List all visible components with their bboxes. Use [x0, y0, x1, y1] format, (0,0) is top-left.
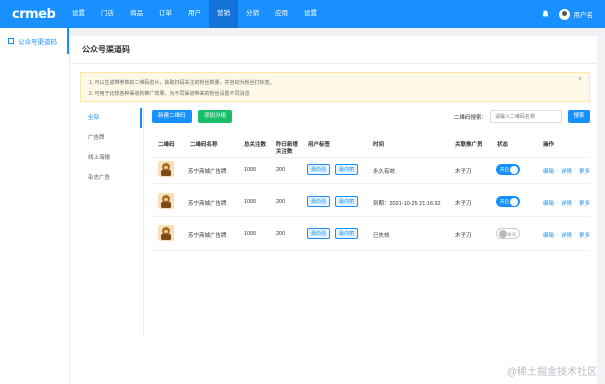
detail-link[interactable]: 详情: [561, 199, 572, 207]
status-toggle[interactable]: 开启: [496, 164, 520, 175]
detail-link[interactable]: 详情: [561, 231, 572, 239]
status-toggle[interactable]: 开启: [496, 196, 520, 207]
nav-item-settings[interactable]: 设置: [64, 0, 93, 28]
row-divider: [150, 183, 590, 184]
row-total: 1000: [244, 231, 257, 237]
nav-item-products[interactable]: 商品: [122, 0, 151, 28]
status-toggle-label: 开启: [500, 167, 509, 172]
watermark: @稀土掘金技术社区: [506, 367, 597, 378]
qrcode-thumbnail[interactable]: [158, 193, 174, 209]
row-yesterday: 200: [276, 199, 286, 205]
filter-item-online-poster[interactable]: 线上海报: [80, 148, 142, 168]
col-header-actions: 操作: [543, 142, 555, 148]
row-time: 到期：2021-10-25 21:16:32: [373, 201, 441, 207]
col-header-status: 状态: [497, 142, 509, 148]
row-promoter: 木子刀: [455, 201, 472, 207]
bell-icon[interactable]: [542, 10, 550, 18]
top-nav-bar: crmeb 设置 门店 商品 订单 用户 营销 分销 应用 设置 用户名: [0, 0, 605, 28]
more-link[interactable]: 更多: [579, 231, 590, 239]
row-name: 苏宁商城广告牌: [188, 201, 227, 207]
filter-item-magazine-ad[interactable]: 杂志广告: [80, 168, 142, 188]
row-total: 1000: [244, 199, 257, 205]
row-time: 永久有效: [373, 169, 396, 175]
more-link[interactable]: 更多: [579, 199, 590, 207]
notice-line-1: 1. 可以生成带参数的二维码名片，获取扫码关注的粉丝数量，并自动为粉丝打标签。: [89, 80, 275, 86]
search-input[interactable]: [490, 110, 562, 123]
row-divider: [150, 216, 590, 217]
edit-link[interactable]: 编辑: [543, 167, 554, 175]
notice-line-2: 2. 可用于比较各种渠道的推广效果，为不同渠道带来的粉丝设置不同消息: [89, 91, 250, 97]
nav-item-distribution[interactable]: 分销: [238, 0, 267, 28]
col-header-name: 二维码名称: [190, 142, 218, 148]
col-header-time: 时间: [373, 142, 385, 148]
nav-item-store[interactable]: 门店: [93, 0, 122, 28]
user-avatar[interactable]: [558, 8, 570, 20]
col-header-yesterday-line2: 关注数: [276, 149, 293, 155]
notice-alert: 1. 可以生成带参数的二维码名片，获取扫码关注的粉丝数量，并自动为粉丝打标签。 …: [80, 72, 590, 102]
search-button[interactable]: 搜索: [568, 110, 590, 123]
row-promoter: 木子刀: [455, 169, 472, 175]
sidebar: 公众号渠道码: [0, 28, 70, 384]
user-tag: 最向丽: [335, 164, 359, 175]
nav-item-marketing[interactable]: 营销: [209, 0, 238, 28]
crmeb-logo[interactable]: crmeb: [0, 7, 60, 22]
filter-item-all[interactable]: 全部: [80, 108, 142, 128]
col-header-qr: 二维码: [158, 142, 175, 148]
qrcode-thumbnail[interactable]: [158, 161, 174, 177]
main-nav: 设置 门店 商品 订单 用户 营销 分销 应用 设置: [64, 0, 325, 28]
user-area: 用户名: [542, 0, 594, 28]
row-promoter: 木子刀: [455, 233, 472, 239]
action-separator: |: [557, 199, 559, 205]
action-separator: |: [557, 231, 559, 237]
close-icon[interactable]: ×: [578, 76, 582, 83]
nav-item-orders[interactable]: 订单: [151, 0, 180, 28]
row-total: 1000: [244, 167, 257, 173]
user-tag: 最向丽: [335, 228, 359, 239]
row-yesterday: 200: [276, 167, 286, 173]
document-icon: [8, 38, 14, 44]
sidebar-item-label: 公众号渠道码: [18, 39, 57, 46]
sidebar-item-channel-qrcode[interactable]: 公众号渠道码: [0, 28, 69, 54]
filter-divider: [143, 108, 144, 338]
status-toggle-label: 开启: [500, 199, 509, 204]
row-divider: [150, 250, 590, 251]
qrcode-thumbnail[interactable]: [158, 225, 174, 241]
status-toggle-label: 关闭: [507, 232, 516, 237]
row-yesterday: 200: [276, 231, 286, 237]
row-name: 苏宁商城广告牌: [188, 169, 227, 175]
user-name[interactable]: 用户名: [574, 9, 594, 19]
filter-item-billboard[interactable]: 广告牌: [80, 128, 142, 148]
divider: [70, 63, 597, 64]
detail-link[interactable]: 详情: [561, 167, 572, 175]
user-tag: 最向强: [307, 228, 331, 239]
more-link[interactable]: 更多: [579, 167, 590, 175]
user-tag: 最向丽: [335, 196, 359, 207]
row-name: 苏宁商城广告牌: [188, 233, 227, 239]
col-header-yesterday: 昨日新增 关注数: [276, 142, 298, 156]
user-tag: 最向强: [307, 196, 331, 207]
status-toggle[interactable]: 关闭: [496, 228, 520, 239]
col-header-promoter: 关联推广员: [455, 142, 483, 148]
search-label: 二维码搜索:: [454, 115, 484, 121]
action-separator: |: [575, 167, 577, 173]
action-separator: |: [575, 199, 577, 205]
col-header-tags: 用户标签: [308, 142, 331, 148]
group-filter: 全部 广告牌 线上海报 杂志广告: [80, 108, 142, 188]
nav-item-system-settings[interactable]: 设置: [296, 0, 325, 28]
row-time: 已失效: [373, 233, 390, 239]
header-divider: [150, 157, 590, 158]
nav-item-users[interactable]: 用户: [180, 0, 209, 28]
col-header-yesterday-line1: 昨日新增: [276, 142, 299, 148]
action-separator: |: [575, 231, 577, 237]
add-group-button[interactable]: 添加分组: [198, 110, 233, 123]
nav-item-apps[interactable]: 应用: [267, 0, 296, 28]
edit-link[interactable]: 编辑: [543, 231, 554, 239]
action-separator: |: [557, 167, 559, 173]
new-qrcode-button[interactable]: 新建二维码: [152, 110, 192, 123]
main-card: 公众号渠道码 1. 可以生成带参数的二维码名片，获取扫码关注的粉丝数量，并自动为…: [70, 36, 597, 384]
col-header-total: 总关注数: [244, 142, 267, 148]
page-title: 公众号渠道码: [82, 45, 130, 54]
edit-link[interactable]: 编辑: [543, 199, 554, 207]
user-tag: 最向强: [307, 164, 331, 175]
